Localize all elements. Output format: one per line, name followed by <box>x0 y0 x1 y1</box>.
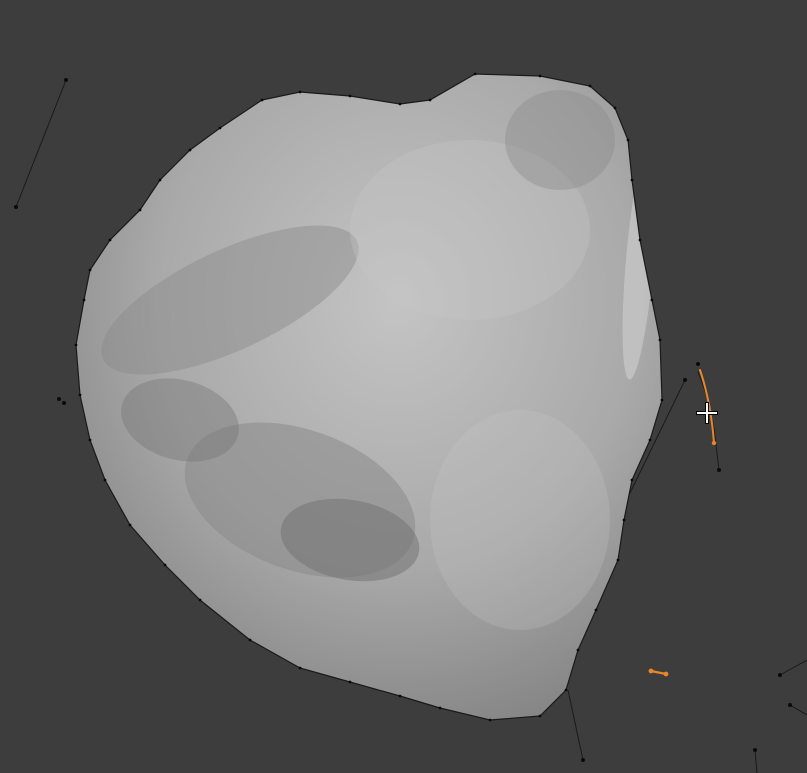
mesh-vertex <box>538 74 542 78</box>
selected-vertex[interactable] <box>663 671 669 677</box>
mesh-vertex <box>564 688 568 692</box>
mesh-vertex <box>158 178 162 182</box>
surface-shade <box>430 410 610 630</box>
mesh-vertex <box>78 393 82 397</box>
mesh-vertex <box>622 518 626 522</box>
mesh-vertex <box>82 298 86 302</box>
mesh-vertex <box>648 438 652 442</box>
mesh-vertex <box>248 638 252 642</box>
selected-vertex[interactable] <box>711 440 717 446</box>
mesh-vertex <box>588 84 592 88</box>
mesh-vertex <box>198 598 202 602</box>
mesh-vertex <box>650 298 654 302</box>
mesh-vertex <box>348 94 352 98</box>
mesh-vertex <box>260 98 264 102</box>
mesh-vertex <box>658 338 662 342</box>
stray-vertex <box>788 703 792 707</box>
mesh-vertex <box>594 608 598 612</box>
mesh-vertex <box>616 558 620 562</box>
stray-vertex <box>62 401 66 405</box>
mesh-vertex <box>398 102 402 106</box>
mesh-vertex <box>163 563 167 567</box>
stray-edge <box>15 79 67 208</box>
stray-vertex <box>14 205 18 209</box>
mesh-vertex <box>538 714 542 718</box>
stray-vertex <box>753 748 757 752</box>
mesh-vertex <box>626 138 630 142</box>
stray-vertex <box>57 397 61 401</box>
3d-cursor-icon[interactable] <box>696 402 718 424</box>
mesh-vertex <box>488 718 492 722</box>
stray-edge <box>789 704 807 716</box>
mesh-object[interactable] <box>74 72 665 722</box>
mesh-vertex <box>298 666 302 670</box>
mesh-vertex <box>638 238 642 242</box>
selected-vertex[interactable] <box>648 668 654 674</box>
surface-shade <box>505 90 615 190</box>
mesh-vertex <box>103 478 107 482</box>
mesh-vertex <box>473 72 477 76</box>
mesh-vertex <box>428 98 432 102</box>
3d-viewport[interactable] <box>0 0 807 773</box>
mesh-vertex <box>138 208 142 212</box>
mesh-vertex <box>218 126 222 130</box>
mesh-scene[interactable] <box>0 0 807 773</box>
mesh-vertex <box>88 268 92 272</box>
stray-vertex <box>778 673 782 677</box>
mesh-vertex <box>108 238 112 242</box>
stray-edge <box>754 749 758 773</box>
stray-vertex <box>64 78 68 82</box>
mesh-vertex <box>74 343 78 347</box>
mesh-vertex <box>128 523 132 527</box>
mesh-vertex <box>660 398 664 402</box>
mesh-vertex <box>438 706 442 710</box>
stray-vertex <box>581 758 585 762</box>
stray-edge <box>567 689 584 761</box>
mesh-vertex <box>88 438 92 442</box>
stray-edge <box>779 659 807 676</box>
mesh-vertex <box>630 178 634 182</box>
mesh-vertex <box>576 648 580 652</box>
mesh-vertex <box>298 90 302 94</box>
vertex <box>717 468 721 472</box>
stray-vertex <box>683 378 687 382</box>
mesh-vertex <box>398 694 402 698</box>
mesh-vertex <box>630 478 634 482</box>
vertex <box>696 362 700 366</box>
mesh-vertex <box>188 148 192 152</box>
mesh-vertex <box>613 106 617 110</box>
mesh-vertex <box>348 680 352 684</box>
edge <box>715 444 720 471</box>
